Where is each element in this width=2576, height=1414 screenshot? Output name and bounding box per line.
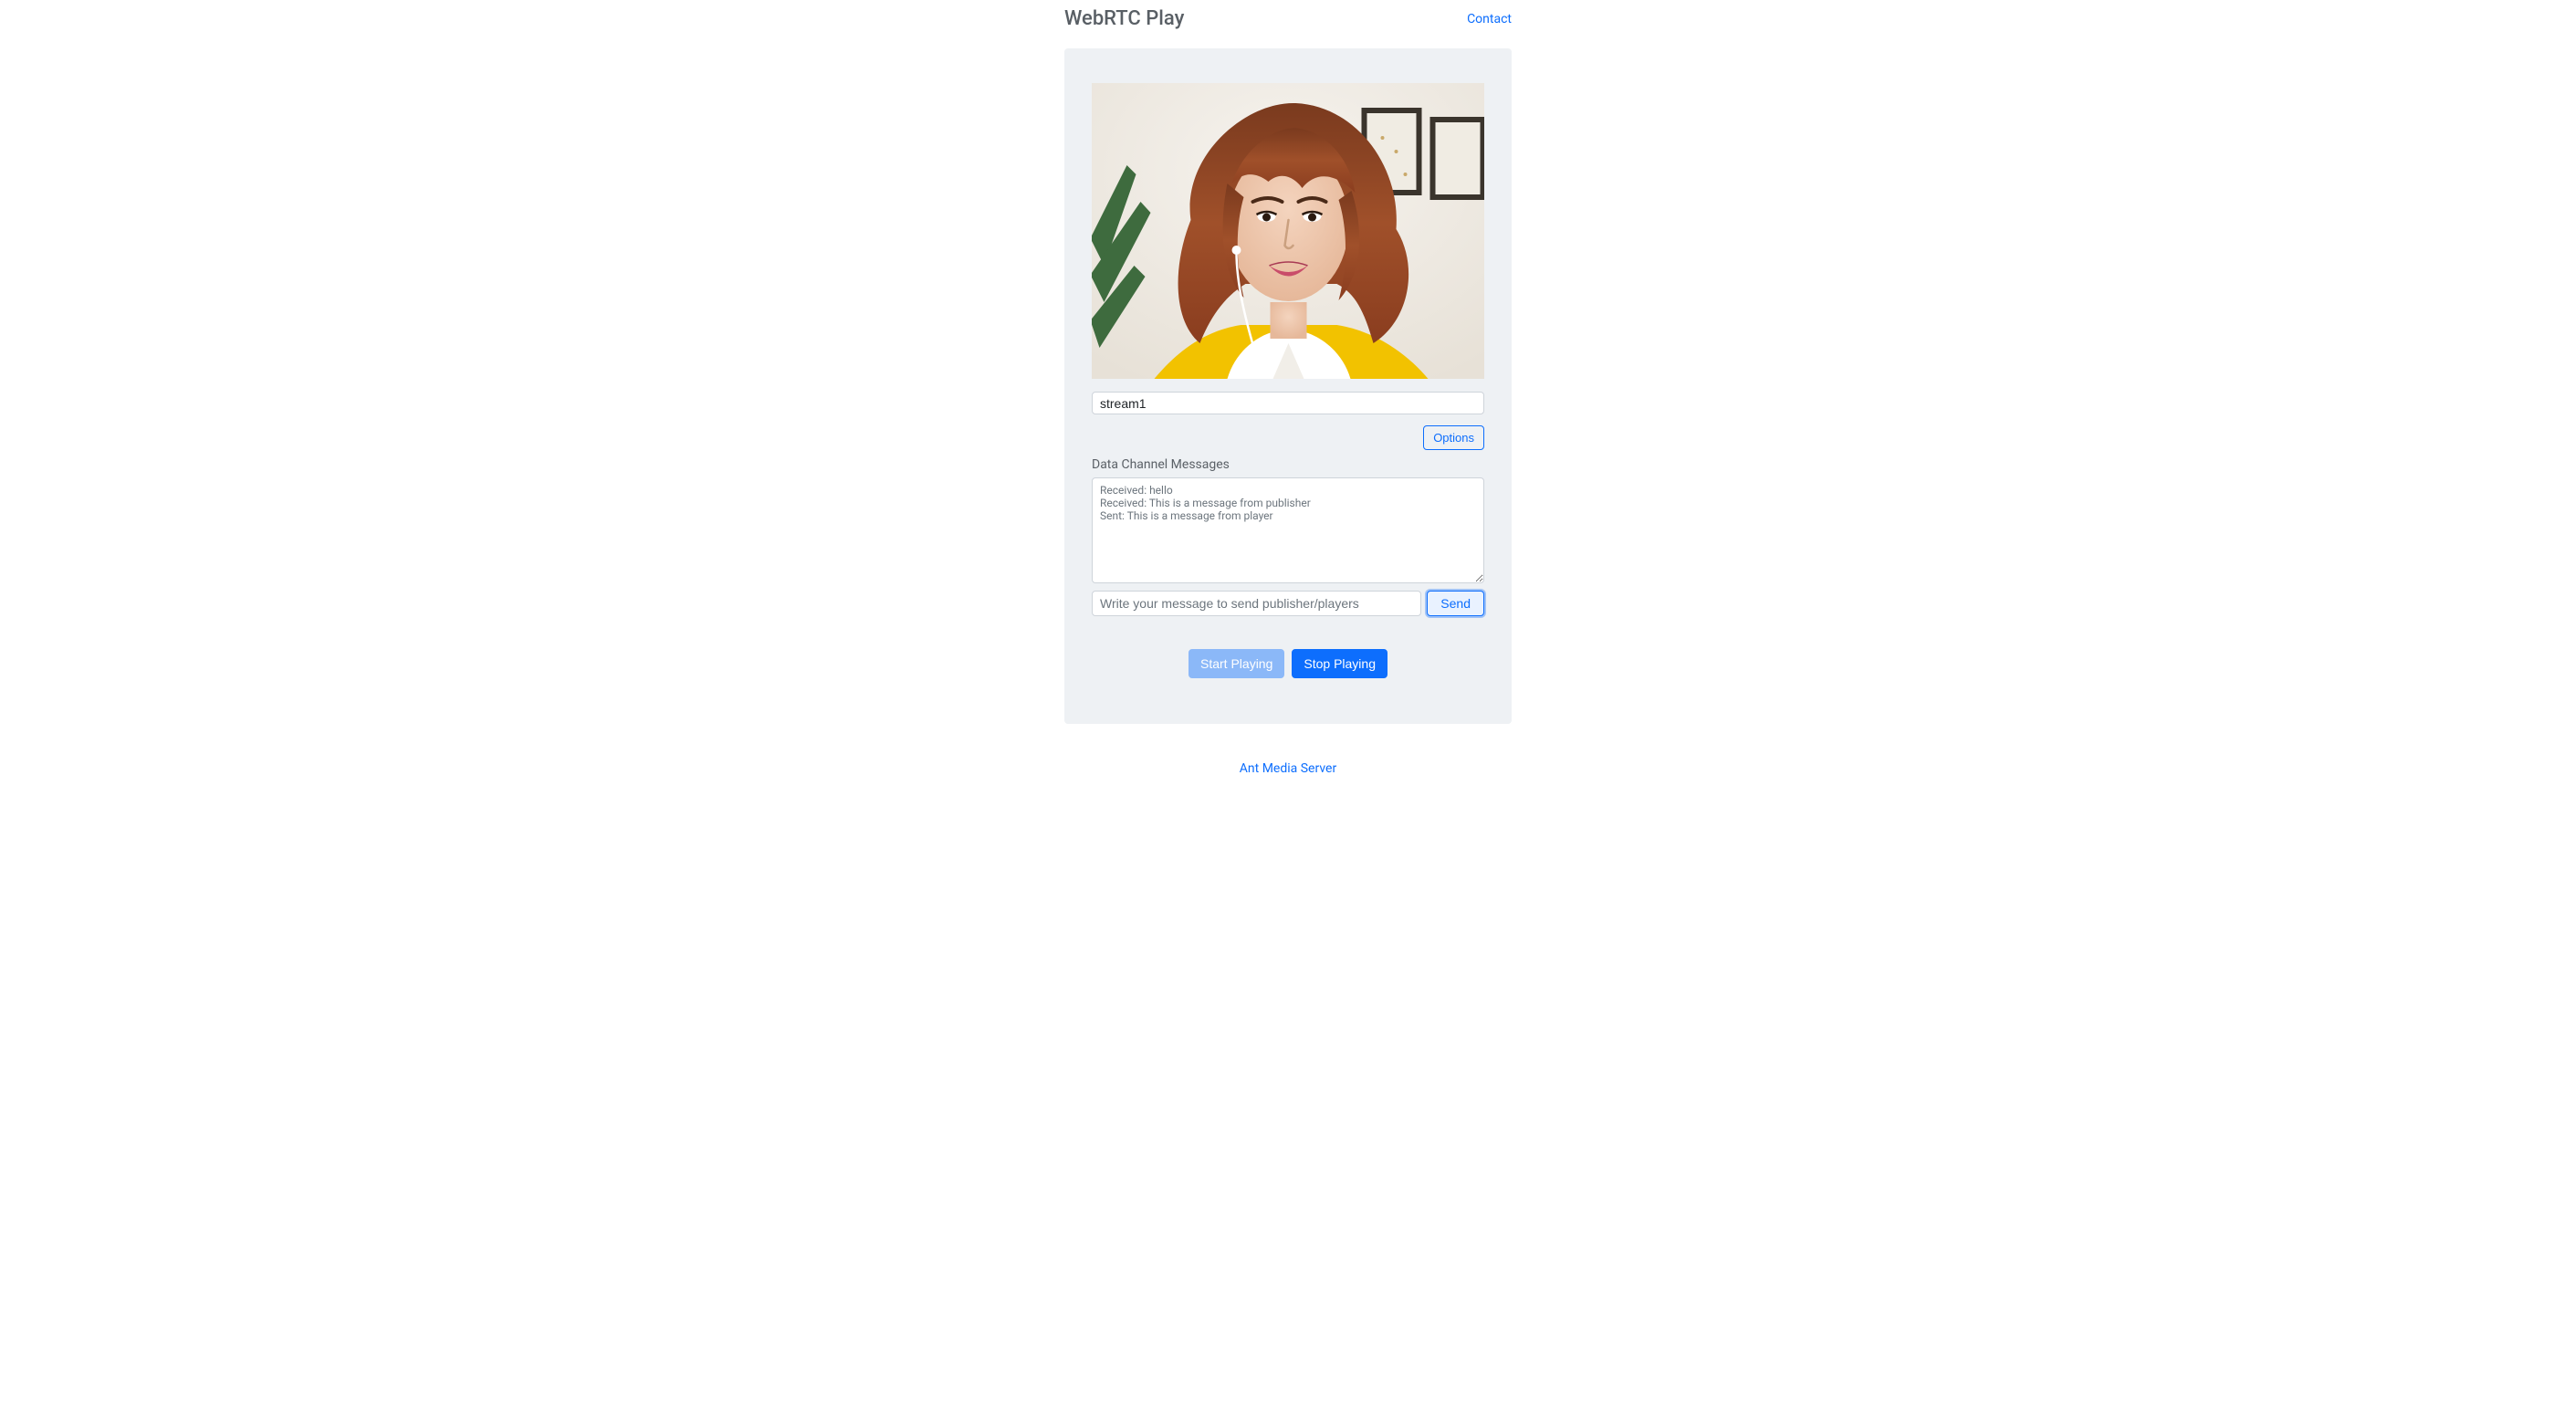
send-button[interactable]: Send — [1427, 591, 1484, 616]
options-button[interactable]: Options — [1423, 425, 1484, 450]
messages-textarea[interactable] — [1092, 477, 1484, 583]
stop-playing-button[interactable]: Stop Playing — [1292, 649, 1387, 678]
page-title: WebRTC Play — [1064, 7, 1184, 30]
player-panel: Options Data Channel Messages Send Start… — [1064, 48, 1512, 724]
contact-link[interactable]: Contact — [1467, 12, 1512, 26]
footer: Ant Media Server — [1064, 759, 1512, 776]
message-input[interactable] — [1092, 591, 1421, 616]
page-header: WebRTC Play Contact — [1064, 0, 1512, 34]
start-playing-button[interactable]: Start Playing — [1189, 649, 1284, 678]
stream-id-input[interactable] — [1092, 392, 1484, 414]
video-stream-image — [1092, 83, 1484, 379]
video-container — [1092, 83, 1484, 379]
data-channel-label: Data Channel Messages — [1092, 457, 1484, 472]
footer-link[interactable]: Ant Media Server — [1240, 761, 1336, 776]
